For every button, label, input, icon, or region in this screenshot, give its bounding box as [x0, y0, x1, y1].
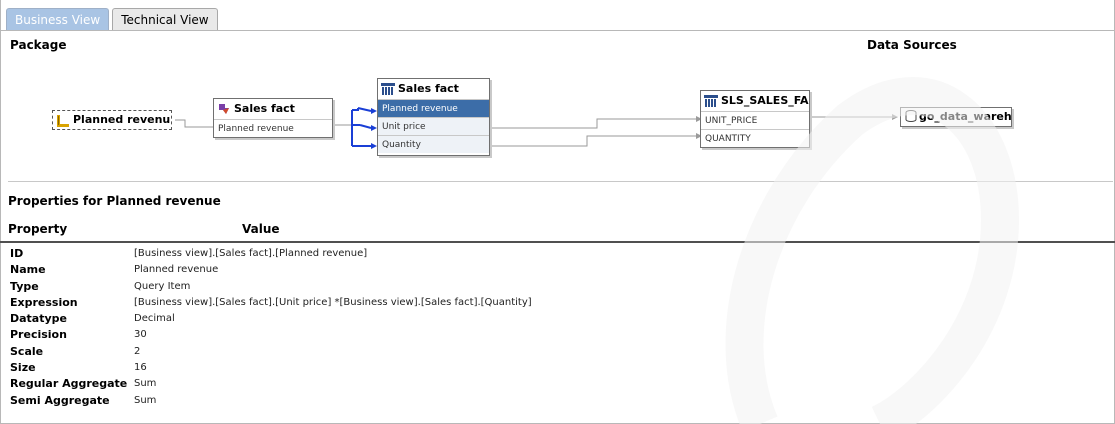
table-icon	[704, 95, 718, 107]
property-row[interactable]: Size 16	[10, 360, 1110, 376]
database-icon	[905, 110, 917, 122]
tab-business-view[interactable]: Business View	[6, 8, 110, 30]
property-row[interactable]: Expression [Business view].[Sales fact].[…	[10, 295, 1110, 311]
sales-fact-physical-title: Sales fact	[398, 82, 459, 95]
datasource-title: go_data_wareh	[919, 110, 1011, 123]
data-sources-header: Data Sources	[867, 38, 957, 52]
properties-table: ID [Business view].[Sales fact].[Planned …	[10, 246, 1110, 409]
property-row[interactable]: Scale 2	[10, 344, 1110, 360]
view-tabs: Business View Technical View	[6, 8, 221, 30]
tab-divider	[0, 30, 1115, 31]
package-header: Package	[10, 38, 67, 52]
sales-fact-business-row[interactable]: Planned revenue	[214, 119, 332, 137]
row-quantity-column[interactable]: QUANTITY	[701, 129, 809, 147]
properties-title: Properties for Planned revenue	[8, 194, 221, 208]
properties-columns-header: Property Value	[8, 222, 1113, 240]
query-item-node[interactable]: Planned revenu	[52, 110, 172, 130]
sales-fact-business-title: Sales fact	[234, 102, 295, 115]
datasource-node[interactable]: go_data_wareh	[900, 107, 1012, 127]
property-row[interactable]: Regular Aggregate Sum	[10, 376, 1110, 392]
sls-sales-fact-title: SLS_SALES_FA(	[721, 94, 809, 107]
row-quantity[interactable]: Quantity	[378, 135, 489, 153]
query-item-icon	[57, 115, 69, 127]
property-row[interactable]: Datatype Decimal	[10, 311, 1110, 327]
property-row[interactable]: Semi Aggregate Sum	[10, 393, 1110, 409]
row-planned-revenue[interactable]: Planned revenue	[378, 99, 489, 117]
sls-sales-fact-node[interactable]: SLS_SALES_FA( UNIT_PRICE QUANTITY	[700, 90, 810, 148]
property-column-header[interactable]: Property	[8, 222, 67, 236]
table-icon	[381, 83, 395, 95]
sales-fact-business-node[interactable]: Sales fact Planned revenue	[213, 98, 333, 138]
tab-technical-view[interactable]: Technical View	[112, 8, 218, 30]
query-subject-icon	[219, 104, 229, 114]
value-column-header[interactable]: Value	[242, 222, 280, 236]
property-row[interactable]: ID [Business view].[Sales fact].[Planned …	[10, 246, 1110, 262]
property-row[interactable]: Name Planned revenue	[10, 262, 1110, 278]
properties-header-rule	[0, 241, 1115, 243]
sales-fact-physical-node[interactable]: Sales fact Planned revenue Unit price Qu…	[377, 78, 490, 156]
query-item-label: Planned revenu	[73, 113, 171, 126]
lineage-diagram: Planned revenu Sales fact Planned revenu…	[8, 54, 1113, 182]
row-unit-price-column[interactable]: UNIT_PRICE	[701, 111, 809, 129]
property-row[interactable]: Type Query Item	[10, 279, 1110, 295]
row-unit-price[interactable]: Unit price	[378, 117, 489, 135]
property-row[interactable]: Precision 30	[10, 327, 1110, 343]
